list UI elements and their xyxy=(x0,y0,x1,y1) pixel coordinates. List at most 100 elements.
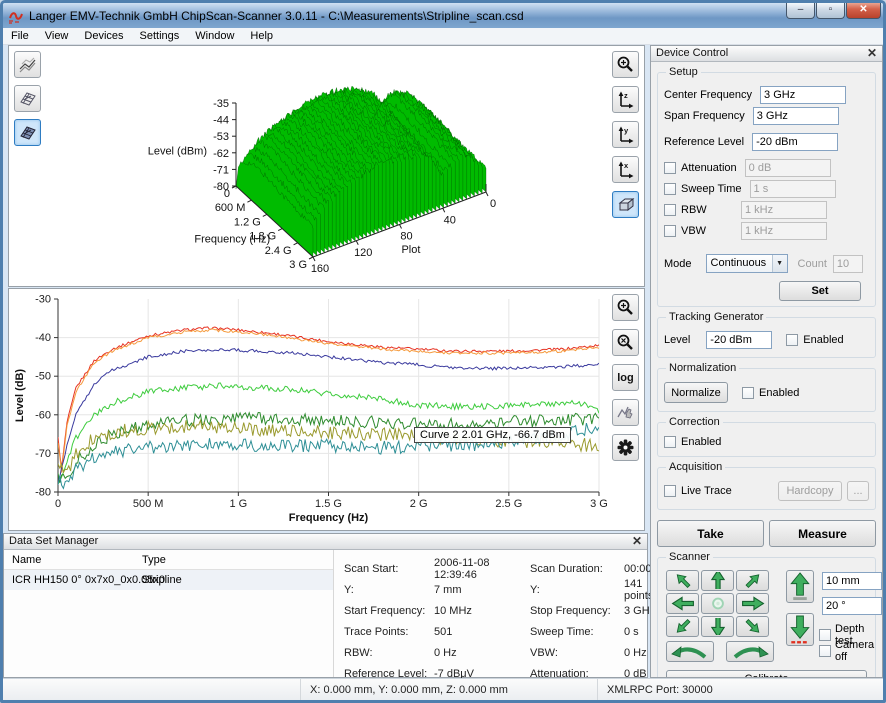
rbw-field[interactable] xyxy=(741,201,827,219)
tg-level-field[interactable] xyxy=(706,331,772,349)
attenuation-field[interactable] xyxy=(745,159,831,177)
scanner-step-field[interactable] xyxy=(822,572,882,590)
scanner-up-right-button[interactable] xyxy=(736,570,769,591)
dsm-title: Data Set Manager xyxy=(9,535,98,547)
calibrate-button[interactable]: Calibrate xyxy=(666,670,867,677)
normalization-enabled-checkbox[interactable] xyxy=(742,387,754,399)
z-down-arrow-icon xyxy=(790,615,810,644)
zoom-3d-button[interactable] xyxy=(612,51,639,78)
correction-legend: Correction xyxy=(666,416,723,428)
scanner-up-button[interactable] xyxy=(701,570,734,591)
title-bar[interactable]: Langer EMV-Technik GmbH ChipScan-Scanner… xyxy=(3,3,883,28)
xmlrpc-port-status: XMLRPC Port: 30000 xyxy=(607,684,713,696)
curve-tooltip: Curve 2 2.01 GHz, -66.7 dBm xyxy=(414,427,571,443)
scanner-z-up-button[interactable] xyxy=(786,570,814,603)
menu-file[interactable]: File xyxy=(3,29,37,43)
axis-x-button[interactable]: x xyxy=(612,156,639,183)
scanner-down-left-button[interactable] xyxy=(666,616,699,637)
span-frequency-field[interactable] xyxy=(753,107,839,125)
scanner-up-left-button[interactable] xyxy=(666,570,699,591)
scan-info-grid: Scan Start:2006-11-08 12:39:46Scan Durat… xyxy=(344,558,667,684)
device-control-close-icon[interactable]: ✕ xyxy=(867,46,877,61)
restore-button[interactable]: ▫ xyxy=(816,3,845,19)
count-field[interactable] xyxy=(833,255,863,273)
correction-group: Correction Enabled xyxy=(657,422,876,457)
column-type[interactable]: Type xyxy=(138,554,166,566)
axis-x-icon: x xyxy=(616,160,635,179)
axis-z-button[interactable]: z xyxy=(612,86,639,113)
svg-text:3 G: 3 G xyxy=(590,498,608,510)
scanner-right-button[interactable] xyxy=(736,593,769,614)
svg-text:3 G: 3 G xyxy=(289,259,307,271)
trace-pick-button[interactable] xyxy=(612,399,639,426)
dsm-close-icon[interactable]: ✕ xyxy=(632,534,642,549)
svg-text:160: 160 xyxy=(311,263,329,275)
acquisition-legend: Acquisition xyxy=(666,461,725,473)
scanner-down-button[interactable] xyxy=(701,616,734,637)
vbw-checkbox[interactable] xyxy=(664,225,676,237)
minimize-button[interactable]: – xyxy=(786,3,815,19)
table-row[interactable]: ICR HH150 0° 0x7x0_0x0.05x0 Stripline xyxy=(4,570,333,590)
sweep-time-field[interactable] xyxy=(750,180,836,198)
menu-devices[interactable]: Devices xyxy=(76,29,131,43)
plot3d-chart[interactable]: -35-44-53-62-71-80Level (dBm)0600 M1.2 G… xyxy=(39,46,643,286)
center-frequency-field[interactable] xyxy=(760,86,846,104)
scanner-move-grid xyxy=(666,570,769,637)
client-area: -35-44-53-62-71-80Level (dBm)0600 M1.2 G… xyxy=(3,45,883,678)
hardcopy-more-button[interactable]: ... xyxy=(847,481,869,501)
live-trace-checkbox[interactable] xyxy=(664,485,676,497)
tg-enabled-checkbox[interactable] xyxy=(786,334,798,346)
svg-text:Plot: Plot xyxy=(401,244,420,256)
app-icon xyxy=(7,8,25,24)
wireframe-mesh-view-button[interactable] xyxy=(14,85,41,112)
svg-text:Level (dBm): Level (dBm) xyxy=(148,145,207,157)
axis-y-button[interactable]: y xyxy=(612,121,639,148)
plot2d-panel: -30-40-50-60-70-800500 M1 G1.5 G2 G2.5 G… xyxy=(8,288,645,531)
zoom-in-2d-button[interactable] xyxy=(612,294,639,321)
vbw-field[interactable] xyxy=(741,222,827,240)
scanner-z-down-button[interactable] xyxy=(786,613,814,646)
correction-enabled-checkbox[interactable] xyxy=(664,436,676,448)
hardcopy-button[interactable]: Hardcopy xyxy=(778,481,842,501)
scanner-legend: Scanner xyxy=(666,551,713,563)
scanner-home-button[interactable] xyxy=(701,593,734,614)
scanner-left-button[interactable] xyxy=(666,593,699,614)
plot-settings-button[interactable] xyxy=(612,434,639,461)
svg-text:-30: -30 xyxy=(35,294,51,306)
surface-solid-icon xyxy=(18,123,37,142)
settings-gear-icon xyxy=(616,438,635,457)
waterfall-lines-icon xyxy=(18,55,37,74)
svg-text:Frequency (Hz): Frequency (Hz) xyxy=(194,234,270,246)
dataset-table[interactable]: Name Type ICR HH150 0° 0x7x0_0x0.05x0 St… xyxy=(4,550,334,677)
rbw-checkbox[interactable] xyxy=(664,204,676,216)
normalize-button[interactable]: Normalize xyxy=(664,382,728,403)
zoom-reset-2d-button[interactable] xyxy=(612,329,639,356)
waterfall-lines-view-button[interactable] xyxy=(14,51,41,78)
attenuation-checkbox[interactable] xyxy=(664,162,676,174)
wireframe-mesh-icon xyxy=(18,89,37,108)
scanner-rotate-cw-button[interactable] xyxy=(726,641,774,662)
scanner-angle-field[interactable] xyxy=(822,597,882,615)
set-button[interactable]: Set xyxy=(779,281,861,301)
measure-button[interactable]: Measure xyxy=(769,520,876,547)
close-button[interactable]: ✕ xyxy=(846,3,881,19)
setup-legend: Setup xyxy=(666,66,701,78)
surface-solid-view-button[interactable] xyxy=(14,119,41,146)
scanner-rotate-ccw-button[interactable] xyxy=(666,641,714,662)
view-3d-button[interactable] xyxy=(612,191,639,218)
reference-level-field[interactable] xyxy=(752,133,838,151)
span-frequency-label: Span Frequency xyxy=(664,110,753,122)
menu-settings[interactable]: Settings xyxy=(132,29,188,43)
data-set-manager-panel: Data Set Manager ✕ Name Type ICR HH150 0… xyxy=(3,533,648,678)
take-button[interactable]: Take xyxy=(657,520,764,547)
menu-help[interactable]: Help xyxy=(242,29,281,43)
plot2d-chart[interactable]: -30-40-50-60-70-800500 M1 G1.5 G2 G2.5 G… xyxy=(9,290,613,530)
menu-window[interactable]: Window xyxy=(187,29,242,43)
column-name[interactable]: Name xyxy=(4,554,138,566)
camera-off-checkbox[interactable] xyxy=(819,645,831,657)
scanner-down-right-button[interactable] xyxy=(736,616,769,637)
log-scale-button[interactable]: log xyxy=(612,364,639,391)
sweep-time-checkbox[interactable] xyxy=(664,183,676,195)
mode-select[interactable]: Continuous ▼ xyxy=(706,254,788,273)
menu-view[interactable]: View xyxy=(37,29,77,43)
